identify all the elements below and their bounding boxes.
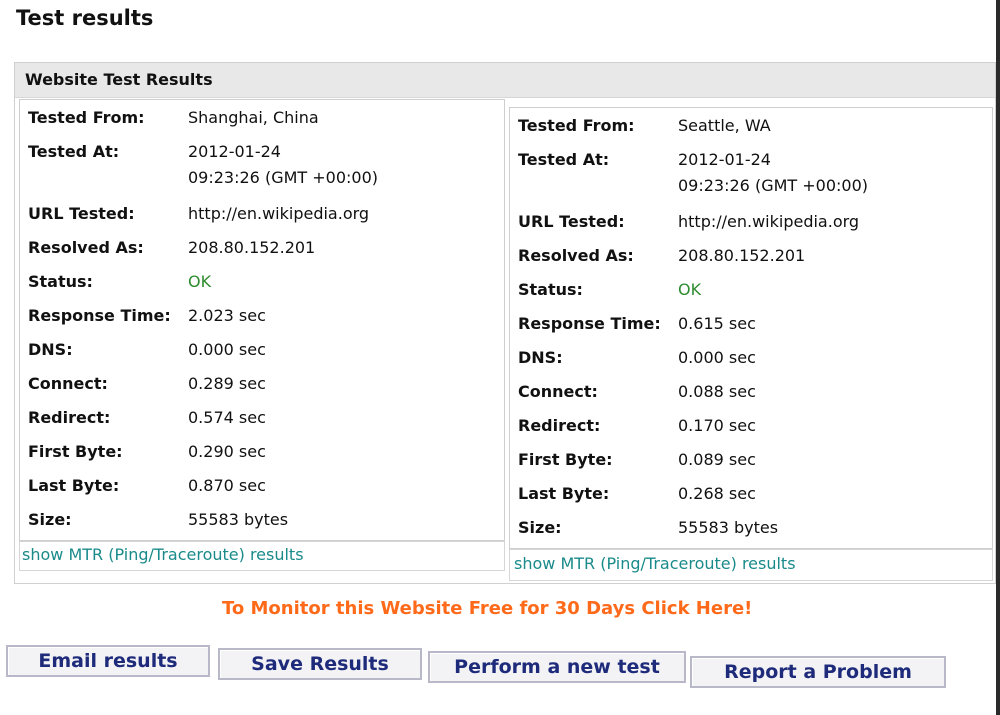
results-header: Website Test Results <box>15 63 995 98</box>
value-first-byte: 0.089 sec <box>678 450 756 469</box>
row-resolved-as: Resolved As: 208.80.152.201 <box>510 242 992 276</box>
value-size: 55583 bytes <box>188 510 289 529</box>
value-first-byte: 0.290 sec <box>188 442 266 461</box>
label-redirect: Redirect: <box>518 416 601 435</box>
mtr-link-shanghai[interactable]: show MTR (Ping/Traceroute) results <box>22 545 304 564</box>
value-dns: 0.000 sec <box>678 348 756 367</box>
value-url-tested: http://en.wikipedia.org <box>188 204 370 223</box>
label-response-time: Response Time: <box>518 314 661 333</box>
value-tested-at-time: 09:23:26 (GMT +00:00) <box>678 176 869 195</box>
label-resolved-as: Resolved As: <box>518 246 634 265</box>
row-redirect: Redirect: 0.574 sec <box>20 404 504 438</box>
row-redirect: Redirect: 0.170 sec <box>510 412 992 446</box>
label-resolved-as: Resolved As: <box>28 238 144 257</box>
row-first-byte: First Byte: 0.290 sec <box>20 438 504 472</box>
email-results-button[interactable]: Email results <box>6 645 210 677</box>
label-first-byte: First Byte: <box>518 450 613 469</box>
label-tested-from: Tested From: <box>518 116 635 135</box>
label-redirect: Redirect: <box>28 408 111 427</box>
row-dns: DNS: 0.000 sec <box>510 344 992 378</box>
label-tested-at: Tested At: <box>518 150 610 169</box>
row-connect: Connect: 0.088 sec <box>510 378 992 412</box>
row-first-byte: First Byte: 0.089 sec <box>510 446 992 480</box>
value-resolved-as: 208.80.152.201 <box>188 238 316 257</box>
value-size: 55583 bytes <box>678 518 779 537</box>
row-last-byte: Last Byte: 0.268 sec <box>510 480 992 514</box>
window-edge <box>996 0 1000 715</box>
value-resolved-as: 208.80.152.201 <box>678 246 806 265</box>
save-results-button[interactable]: Save Results <box>218 648 422 680</box>
result-panel-shanghai: Tested From: Shanghai, China Tested At: … <box>19 99 505 541</box>
value-redirect: 0.574 sec <box>188 408 266 427</box>
perform-new-test-button[interactable]: Perform a new test <box>428 651 686 683</box>
label-dns: DNS: <box>518 348 563 367</box>
label-last-byte: Last Byte: <box>28 476 120 495</box>
mtr-bar-shanghai: show MTR (Ping/Traceroute) results <box>19 541 505 571</box>
value-last-byte: 0.268 sec <box>678 484 756 503</box>
label-response-time: Response Time: <box>28 306 171 325</box>
value-tested-at-date: 2012-01-24 <box>678 150 771 169</box>
value-response-time: 0.615 sec <box>678 314 756 333</box>
value-response-time: 2.023 sec <box>188 306 266 325</box>
value-tested-at-date: 2012-01-24 <box>188 142 281 161</box>
label-status: Status: <box>518 280 583 299</box>
value-tested-from: Shanghai, China <box>188 108 319 127</box>
label-url-tested: URL Tested: <box>28 204 135 223</box>
label-first-byte: First Byte: <box>28 442 123 461</box>
monitor-promo-link[interactable]: To Monitor this Website Free for 30 Days… <box>222 598 752 619</box>
row-response-time: Response Time: 0.615 sec <box>510 310 992 344</box>
mtr-link-seattle[interactable]: show MTR (Ping/Traceroute) results <box>514 554 796 573</box>
row-status: Status: OK <box>20 268 504 302</box>
row-url-tested: URL Tested: http://en.wikipedia.org <box>510 208 992 242</box>
row-status: Status: OK <box>510 276 992 310</box>
report-problem-button[interactable]: Report a Problem <box>690 656 946 688</box>
result-panel-seattle: Tested From: Seattle, WA Tested At: 2012… <box>509 107 993 549</box>
row-tested-from: Tested From: Shanghai, China <box>20 104 504 138</box>
row-url-tested: URL Tested: http://en.wikipedia.org <box>20 200 504 234</box>
label-url-tested: URL Tested: <box>518 212 625 231</box>
page-title: Test results <box>16 6 154 30</box>
page: Test results Website Test Results Tested… <box>0 0 1000 715</box>
results-header-title: Website Test Results <box>25 70 213 89</box>
label-tested-from: Tested From: <box>28 108 145 127</box>
value-last-byte: 0.870 sec <box>188 476 266 495</box>
row-connect: Connect: 0.289 sec <box>20 370 504 404</box>
row-last-byte: Last Byte: 0.870 sec <box>20 472 504 506</box>
label-connect: Connect: <box>28 374 108 393</box>
value-connect: 0.289 sec <box>188 374 266 393</box>
label-connect: Connect: <box>518 382 598 401</box>
label-dns: DNS: <box>28 340 73 359</box>
label-last-byte: Last Byte: <box>518 484 610 503</box>
row-response-time: Response Time: 2.023 sec <box>20 302 504 336</box>
status-badge: OK <box>678 280 702 299</box>
row-resolved-as: Resolved As: 208.80.152.201 <box>20 234 504 268</box>
value-url-tested: http://en.wikipedia.org <box>678 212 860 231</box>
row-size: Size: 55583 bytes <box>510 514 992 548</box>
results-box: Website Test Results Tested From: Shangh… <box>14 62 996 584</box>
value-tested-at-time: 09:23:26 (GMT +00:00) <box>188 168 379 187</box>
value-redirect: 0.170 sec <box>678 416 756 435</box>
value-dns: 0.000 sec <box>188 340 266 359</box>
row-tested-from: Tested From: Seattle, WA <box>510 112 992 146</box>
label-size: Size: <box>28 510 72 529</box>
label-status: Status: <box>28 272 93 291</box>
row-dns: DNS: 0.000 sec <box>20 336 504 370</box>
mtr-bar-seattle: show MTR (Ping/Traceroute) results <box>509 549 993 581</box>
row-size: Size: 55583 bytes <box>20 506 504 540</box>
status-badge: OK <box>188 272 212 291</box>
value-connect: 0.088 sec <box>678 382 756 401</box>
label-size: Size: <box>518 518 562 537</box>
row-tested-at: Tested At: 2012-01-24 09:23:26 (GMT +00:… <box>510 146 992 202</box>
label-tested-at: Tested At: <box>28 142 120 161</box>
row-tested-at: Tested At: 2012-01-24 09:23:26 (GMT +00:… <box>20 138 504 194</box>
value-tested-from: Seattle, WA <box>678 116 771 135</box>
